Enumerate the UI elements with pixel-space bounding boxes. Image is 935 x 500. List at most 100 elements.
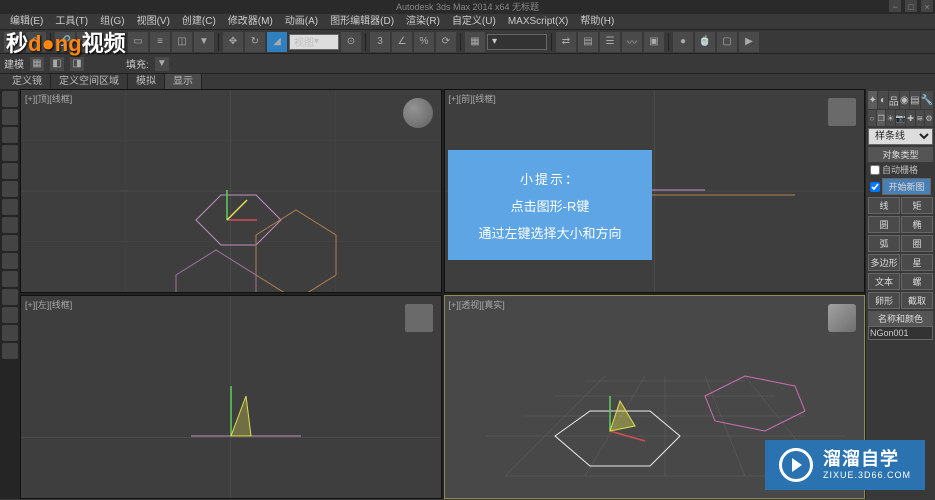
object-name-input[interactable]	[868, 326, 933, 340]
left-icon-5[interactable]	[2, 163, 18, 179]
menu-views[interactable]: 视图(V)	[131, 14, 176, 29]
cp-sub-space[interactable]: ≋	[916, 110, 924, 126]
menu-maxscript[interactable]: MAXScript(X)	[502, 14, 575, 29]
select-region-button[interactable]: ◫	[172, 32, 192, 52]
tab-simulate[interactable]: 模拟	[128, 74, 165, 89]
menu-tools[interactable]: 工具(T)	[49, 14, 94, 29]
btn-arc[interactable]: 弧	[868, 235, 900, 252]
spinner-snap-button[interactable]: ⟳	[436, 32, 456, 52]
btn-circle[interactable]: 圆	[868, 216, 900, 233]
btn-egg[interactable]: 卵形	[868, 292, 900, 309]
angle-snap-button[interactable]: ∠	[392, 32, 412, 52]
cp-sub-lights[interactable]: ☀	[886, 110, 894, 126]
named-sel-combo[interactable]: ▾	[487, 34, 547, 50]
btn-donut[interactable]: 圈	[901, 235, 933, 252]
menu-create[interactable]: 创建(C)	[176, 14, 222, 29]
btn-ngon[interactable]: 多边形	[868, 254, 900, 271]
move-button[interactable]: ✥	[223, 32, 243, 52]
percent-snap-button[interactable]: %	[414, 32, 434, 52]
left-icon-15[interactable]	[2, 343, 18, 359]
ref-coord-combo[interactable]: 视图 ▾	[289, 34, 339, 50]
btn-star[interactable]: 星	[901, 254, 933, 271]
btn-line[interactable]: 线	[868, 197, 900, 214]
ribbon-btn-2[interactable]: ◧	[50, 57, 64, 71]
left-icon-13[interactable]	[2, 307, 18, 323]
schematic-button[interactable]: ▣	[644, 32, 664, 52]
tab-display[interactable]: 显示	[165, 74, 202, 89]
pivot-button[interactable]: ⊙	[341, 32, 361, 52]
unlink-button[interactable]: ✂	[77, 32, 97, 52]
cp-tab-create[interactable]: ✦	[868, 91, 877, 109]
btn-helix[interactable]: 螺	[901, 273, 933, 290]
maximize-button[interactable]: □	[905, 0, 917, 12]
cp-tab-hierarchy[interactable]: 品	[889, 91, 899, 109]
close-button[interactable]: ×	[921, 0, 933, 12]
cp-tab-utilities[interactable]: 🔧	[921, 91, 933, 109]
undo-button[interactable]: ↶	[4, 32, 24, 52]
left-icon-8[interactable]	[2, 217, 18, 233]
menu-rendering[interactable]: 渲染(R)	[400, 14, 446, 29]
cp-sub-systems[interactable]: ⚙	[925, 110, 933, 126]
tab-define-mirror[interactable]: 定义镜	[4, 74, 51, 89]
viewport-perspective[interactable]: [+][透视][真实]	[444, 295, 866, 499]
align-button[interactable]: ▤	[578, 32, 598, 52]
cp-sub-shapes[interactable]: ❐	[877, 110, 885, 126]
menu-grapheditors[interactable]: 图形编辑器(D)	[324, 14, 400, 29]
minimize-button[interactable]: −	[889, 0, 901, 12]
auto-grid-checkbox[interactable]	[870, 165, 880, 175]
cp-tab-display[interactable]: ▤	[910, 91, 919, 109]
menu-help[interactable]: 帮助(H)	[574, 14, 620, 29]
viewport-front-label[interactable]: [+][前][线框]	[449, 92, 496, 105]
left-icon-14[interactable]	[2, 325, 18, 341]
scale-button[interactable]: ◢	[267, 32, 287, 52]
render-frame-button[interactable]: ▢	[717, 32, 737, 52]
viewport-left[interactable]: [+][左][线框]	[20, 295, 442, 499]
left-icon-6[interactable]	[2, 181, 18, 197]
left-icon-11[interactable]	[2, 271, 18, 287]
menu-group[interactable]: 组(G)	[94, 14, 130, 29]
viewport-top-label[interactable]: [+][顶][线框]	[25, 92, 72, 105]
fill-btn[interactable]: ▼	[155, 57, 169, 71]
cp-tab-modify[interactable]: ◐	[878, 91, 887, 109]
cp-sub-geometry[interactable]: ○	[868, 110, 876, 126]
select-button[interactable]: ▭	[128, 32, 148, 52]
cp-sub-helpers[interactable]: ✚	[906, 110, 914, 126]
viewport-left-label[interactable]: [+][左][线框]	[25, 298, 72, 311]
filter-button[interactable]: ▼	[194, 32, 214, 52]
material-button[interactable]: ●	[673, 32, 693, 52]
btn-rect[interactable]: 矩	[901, 197, 933, 214]
left-icon-10[interactable]	[2, 253, 18, 269]
rotate-button[interactable]: ↻	[245, 32, 265, 52]
start-new-button[interactable]: 开始新图	[882, 178, 931, 195]
select-name-button[interactable]: ≡	[150, 32, 170, 52]
snap-button[interactable]: 3	[370, 32, 390, 52]
viewport-front[interactable]: [+][前][线框]	[444, 89, 866, 293]
redo-button[interactable]: ↷	[26, 32, 46, 52]
menu-animation[interactable]: 动画(A)	[279, 14, 324, 29]
left-icon-4[interactable]	[2, 145, 18, 161]
left-icon-9[interactable]	[2, 235, 18, 251]
layers-button[interactable]: ☰	[600, 32, 620, 52]
left-icon-12[interactable]	[2, 289, 18, 305]
ribbon-btn-1[interactable]: ▦	[30, 57, 44, 71]
mirror-button[interactable]: ⇄	[556, 32, 576, 52]
link-button[interactable]: 🔗	[55, 32, 75, 52]
render-button[interactable]: ▶	[739, 32, 759, 52]
curve-editor-button[interactable]: 〰	[622, 32, 642, 52]
menu-customize[interactable]: 自定义(U)	[446, 14, 502, 29]
bind-button[interactable]: ◈	[99, 32, 119, 52]
left-icon-1[interactable]	[2, 91, 18, 107]
tab-define-space[interactable]: 定义空间区域	[51, 74, 128, 89]
menu-edit[interactable]: 编辑(E)	[4, 14, 49, 29]
rollout-object-type-header[interactable]: 对象类型	[868, 147, 933, 162]
shape-type-combo[interactable]: 样条线	[868, 128, 933, 145]
render-setup-button[interactable]: 🍵	[695, 32, 715, 52]
ribbon-btn-3[interactable]: ◨	[70, 57, 84, 71]
named-sel-button[interactable]: ▦	[465, 32, 485, 52]
left-icon-7[interactable]	[2, 199, 18, 215]
left-icon-3[interactable]	[2, 127, 18, 143]
start-new-checkbox[interactable]	[870, 182, 880, 192]
viewport-top[interactable]: [+][顶][线框]	[20, 89, 442, 293]
cp-tab-motion[interactable]: ◉	[900, 91, 909, 109]
btn-section[interactable]: 截取	[901, 292, 933, 309]
